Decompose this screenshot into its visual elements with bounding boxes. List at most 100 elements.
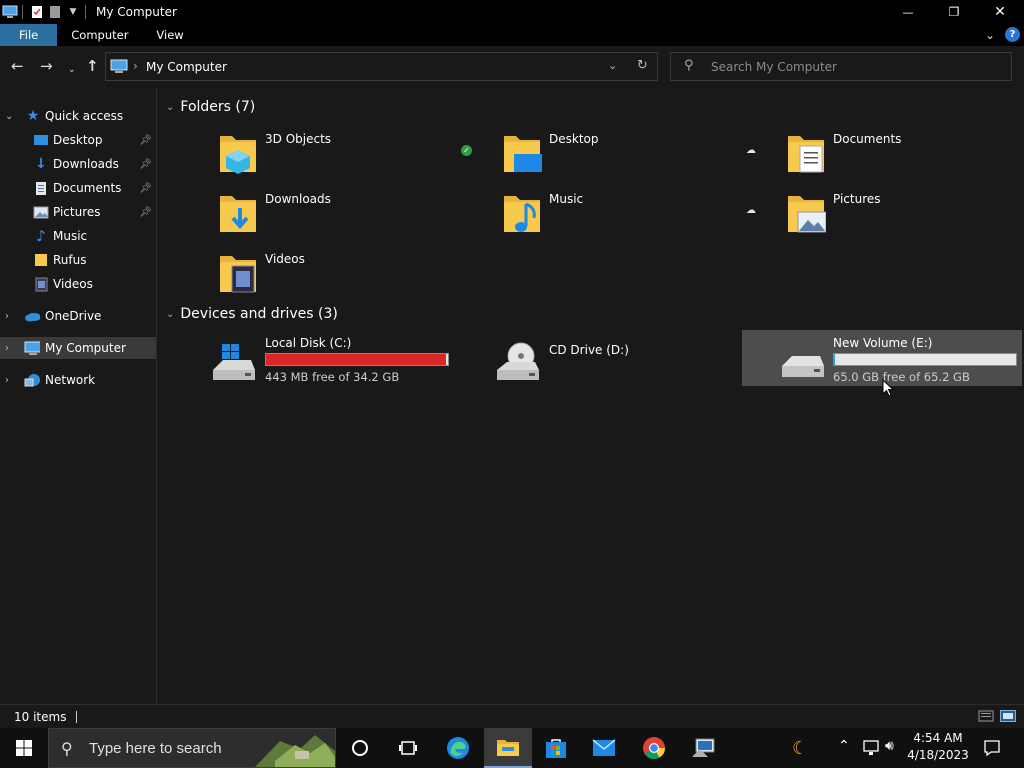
new-folder-icon[interactable] — [47, 4, 63, 20]
file-explorer-button[interactable] — [484, 728, 532, 768]
nav-item-documents[interactable]: Documents 📌︎ — [0, 177, 156, 199]
folder-videos[interactable]: Videos — [158, 248, 442, 304]
folder-label: Desktop — [549, 132, 599, 146]
tab-view[interactable]: View — [142, 24, 197, 46]
remote-desktop-button[interactable] — [680, 728, 728, 768]
clock-time: 4:54 AM — [913, 731, 963, 745]
back-button[interactable]: ← — [11, 58, 24, 74]
pictures-icon — [33, 204, 49, 220]
properties-icon[interactable] — [29, 4, 45, 20]
nav-item-music[interactable]: ♪ Music — [0, 225, 156, 247]
taskbar-search-input[interactable]: Type here to search — [89, 740, 222, 757]
nav-my-computer[interactable]: › My Computer — [0, 337, 156, 359]
mail-button[interactable] — [580, 728, 628, 768]
night-light-icon[interactable]: ☾ — [792, 738, 808, 759]
clock[interactable]: 4:54 AM 4/18/2023 — [904, 730, 972, 764]
details-view-icon[interactable] — [978, 710, 994, 725]
address-history-chevron-icon[interactable]: ⌄ — [608, 59, 617, 72]
drive-usage-fill — [834, 354, 835, 365]
chevron-down-icon[interactable]: ⌄ — [166, 102, 174, 113]
pin-icon: 📌︎ — [139, 182, 152, 194]
help-icon[interactable]: ? — [1005, 27, 1020, 42]
store-button[interactable] — [532, 728, 580, 768]
address-bar[interactable]: › My Computer ⌄ ↻ — [105, 52, 658, 81]
nav-onedrive[interactable]: › OneDrive — [0, 305, 156, 327]
network-status-icon[interactable] — [862, 740, 880, 756]
drives-group-header[interactable]: ⌄ Devices and drives (3) — [166, 306, 338, 322]
cloud-status-icon: ☁ — [746, 144, 756, 156]
task-view-icon — [399, 741, 417, 755]
videos-folder-icon — [220, 256, 256, 293]
notifications-icon[interactable] — [983, 739, 1001, 757]
chevron-down-icon[interactable]: ⌄ — [5, 111, 13, 122]
folder-icon — [33, 252, 49, 268]
nav-network[interactable]: › Network — [0, 369, 156, 391]
drive-usage-fill — [266, 354, 446, 365]
cortana-icon — [352, 740, 368, 756]
chevron-right-icon[interactable]: › — [5, 343, 9, 354]
folder-music[interactable]: Music — [462, 188, 746, 244]
nav-label: My Computer — [45, 341, 126, 355]
start-button[interactable] — [0, 728, 48, 768]
pin-icon: 📌︎ — [139, 134, 152, 146]
nav-label: OneDrive — [45, 309, 102, 323]
folder-desktop[interactable]: ✓ Desktop — [461, 128, 746, 184]
windows-drive-icon — [213, 344, 255, 380]
videos-icon — [33, 276, 49, 292]
volume-icon[interactable]: 🔊︎ — [885, 738, 894, 754]
drive-e[interactable]: New Volume (E:) 65.0 GB free of 65.2 GB — [742, 330, 1022, 386]
folder-documents[interactable]: ☁ Documents — [746, 128, 1024, 184]
taskbar-search-box[interactable]: ⚲ Type here to search — [48, 728, 336, 768]
folder-3d-objects[interactable]: 3D Objects — [158, 128, 442, 184]
maximize-button[interactable]: ❐ — [931, 0, 977, 24]
customize-quick-access-icon[interactable]: ▼ — [65, 4, 81, 20]
star-icon: ★ — [26, 108, 40, 124]
nav-item-desktop[interactable]: Desktop 📌︎ — [0, 129, 156, 151]
forward-button[interactable]: → — [40, 58, 53, 74]
chevron-right-icon[interactable]: › — [5, 311, 9, 322]
nav-item-downloads[interactable]: ↓ Downloads 📌︎ — [0, 153, 156, 175]
folder-downloads[interactable]: Downloads — [158, 188, 442, 244]
desktop-folder-icon — [504, 136, 542, 172]
search-highlight-image — [255, 735, 335, 767]
close-button[interactable]: ✕ — [977, 0, 1023, 24]
tab-file[interactable]: File — [0, 24, 58, 46]
desktop-icon — [33, 132, 49, 148]
tab-computer[interactable]: Computer — [57, 24, 142, 46]
drive-c[interactable]: Local Disk (C:) 443 MB free of 34.2 GB — [158, 332, 449, 388]
minimize-button[interactable]: — — [885, 0, 931, 24]
cortana-button[interactable] — [336, 728, 384, 768]
breadcrumb-location[interactable]: My Computer — [146, 60, 227, 74]
content-pane: ⌄ Folders (7) 3D Objects ✓ Desktop ☁ Doc… — [158, 88, 1024, 704]
group-title: Folders (7) — [180, 99, 256, 115]
folder-label: 3D Objects — [265, 132, 332, 146]
recent-locations-chevron-icon[interactable]: ⌄ — [68, 62, 76, 78]
large-icons-view-icon[interactable] — [1000, 710, 1016, 725]
documents-icon — [33, 180, 49, 196]
task-view-button[interactable] — [384, 728, 432, 768]
chevron-right-icon[interactable]: › — [5, 375, 9, 386]
up-button[interactable]: ↑ — [86, 58, 99, 74]
folder-pictures[interactable]: ☁ Pictures — [746, 188, 1024, 244]
show-hidden-icons-chevron-icon[interactable]: ⌃ — [838, 738, 850, 754]
pictures-folder-icon — [788, 196, 826, 233]
ribbon-tabs: File Computer View ⌄ ? — [0, 24, 1024, 46]
search-box[interactable]: ⚲ Search My Computer — [670, 52, 1012, 81]
search-input[interactable]: Search My Computer — [711, 60, 837, 74]
chrome-button[interactable] — [630, 728, 678, 768]
nav-item-videos[interactable]: Videos — [0, 273, 156, 295]
nav-quick-access[interactable]: ⌄ ★ Quick access — [0, 105, 156, 127]
pin-icon: 📌︎ — [139, 206, 152, 218]
refresh-icon[interactable]: ↻ — [637, 58, 648, 73]
computer-icon[interactable] — [2, 4, 18, 20]
nav-item-rufus[interactable]: Rufus — [0, 249, 156, 271]
edge-button[interactable] — [434, 728, 482, 768]
nav-label: Pictures — [53, 205, 101, 219]
nav-item-pictures[interactable]: Pictures 📌︎ — [0, 201, 156, 223]
file-explorer-icon — [497, 740, 519, 756]
folders-group-header[interactable]: ⌄ Folders (7) — [166, 99, 255, 115]
expand-ribbon-icon[interactable]: ⌄ — [985, 28, 995, 42]
chevron-down-icon[interactable]: ⌄ — [166, 309, 174, 320]
drive-d[interactable]: CD Drive (D:) — [442, 332, 722, 388]
breadcrumb-separator[interactable]: › — [133, 59, 138, 73]
